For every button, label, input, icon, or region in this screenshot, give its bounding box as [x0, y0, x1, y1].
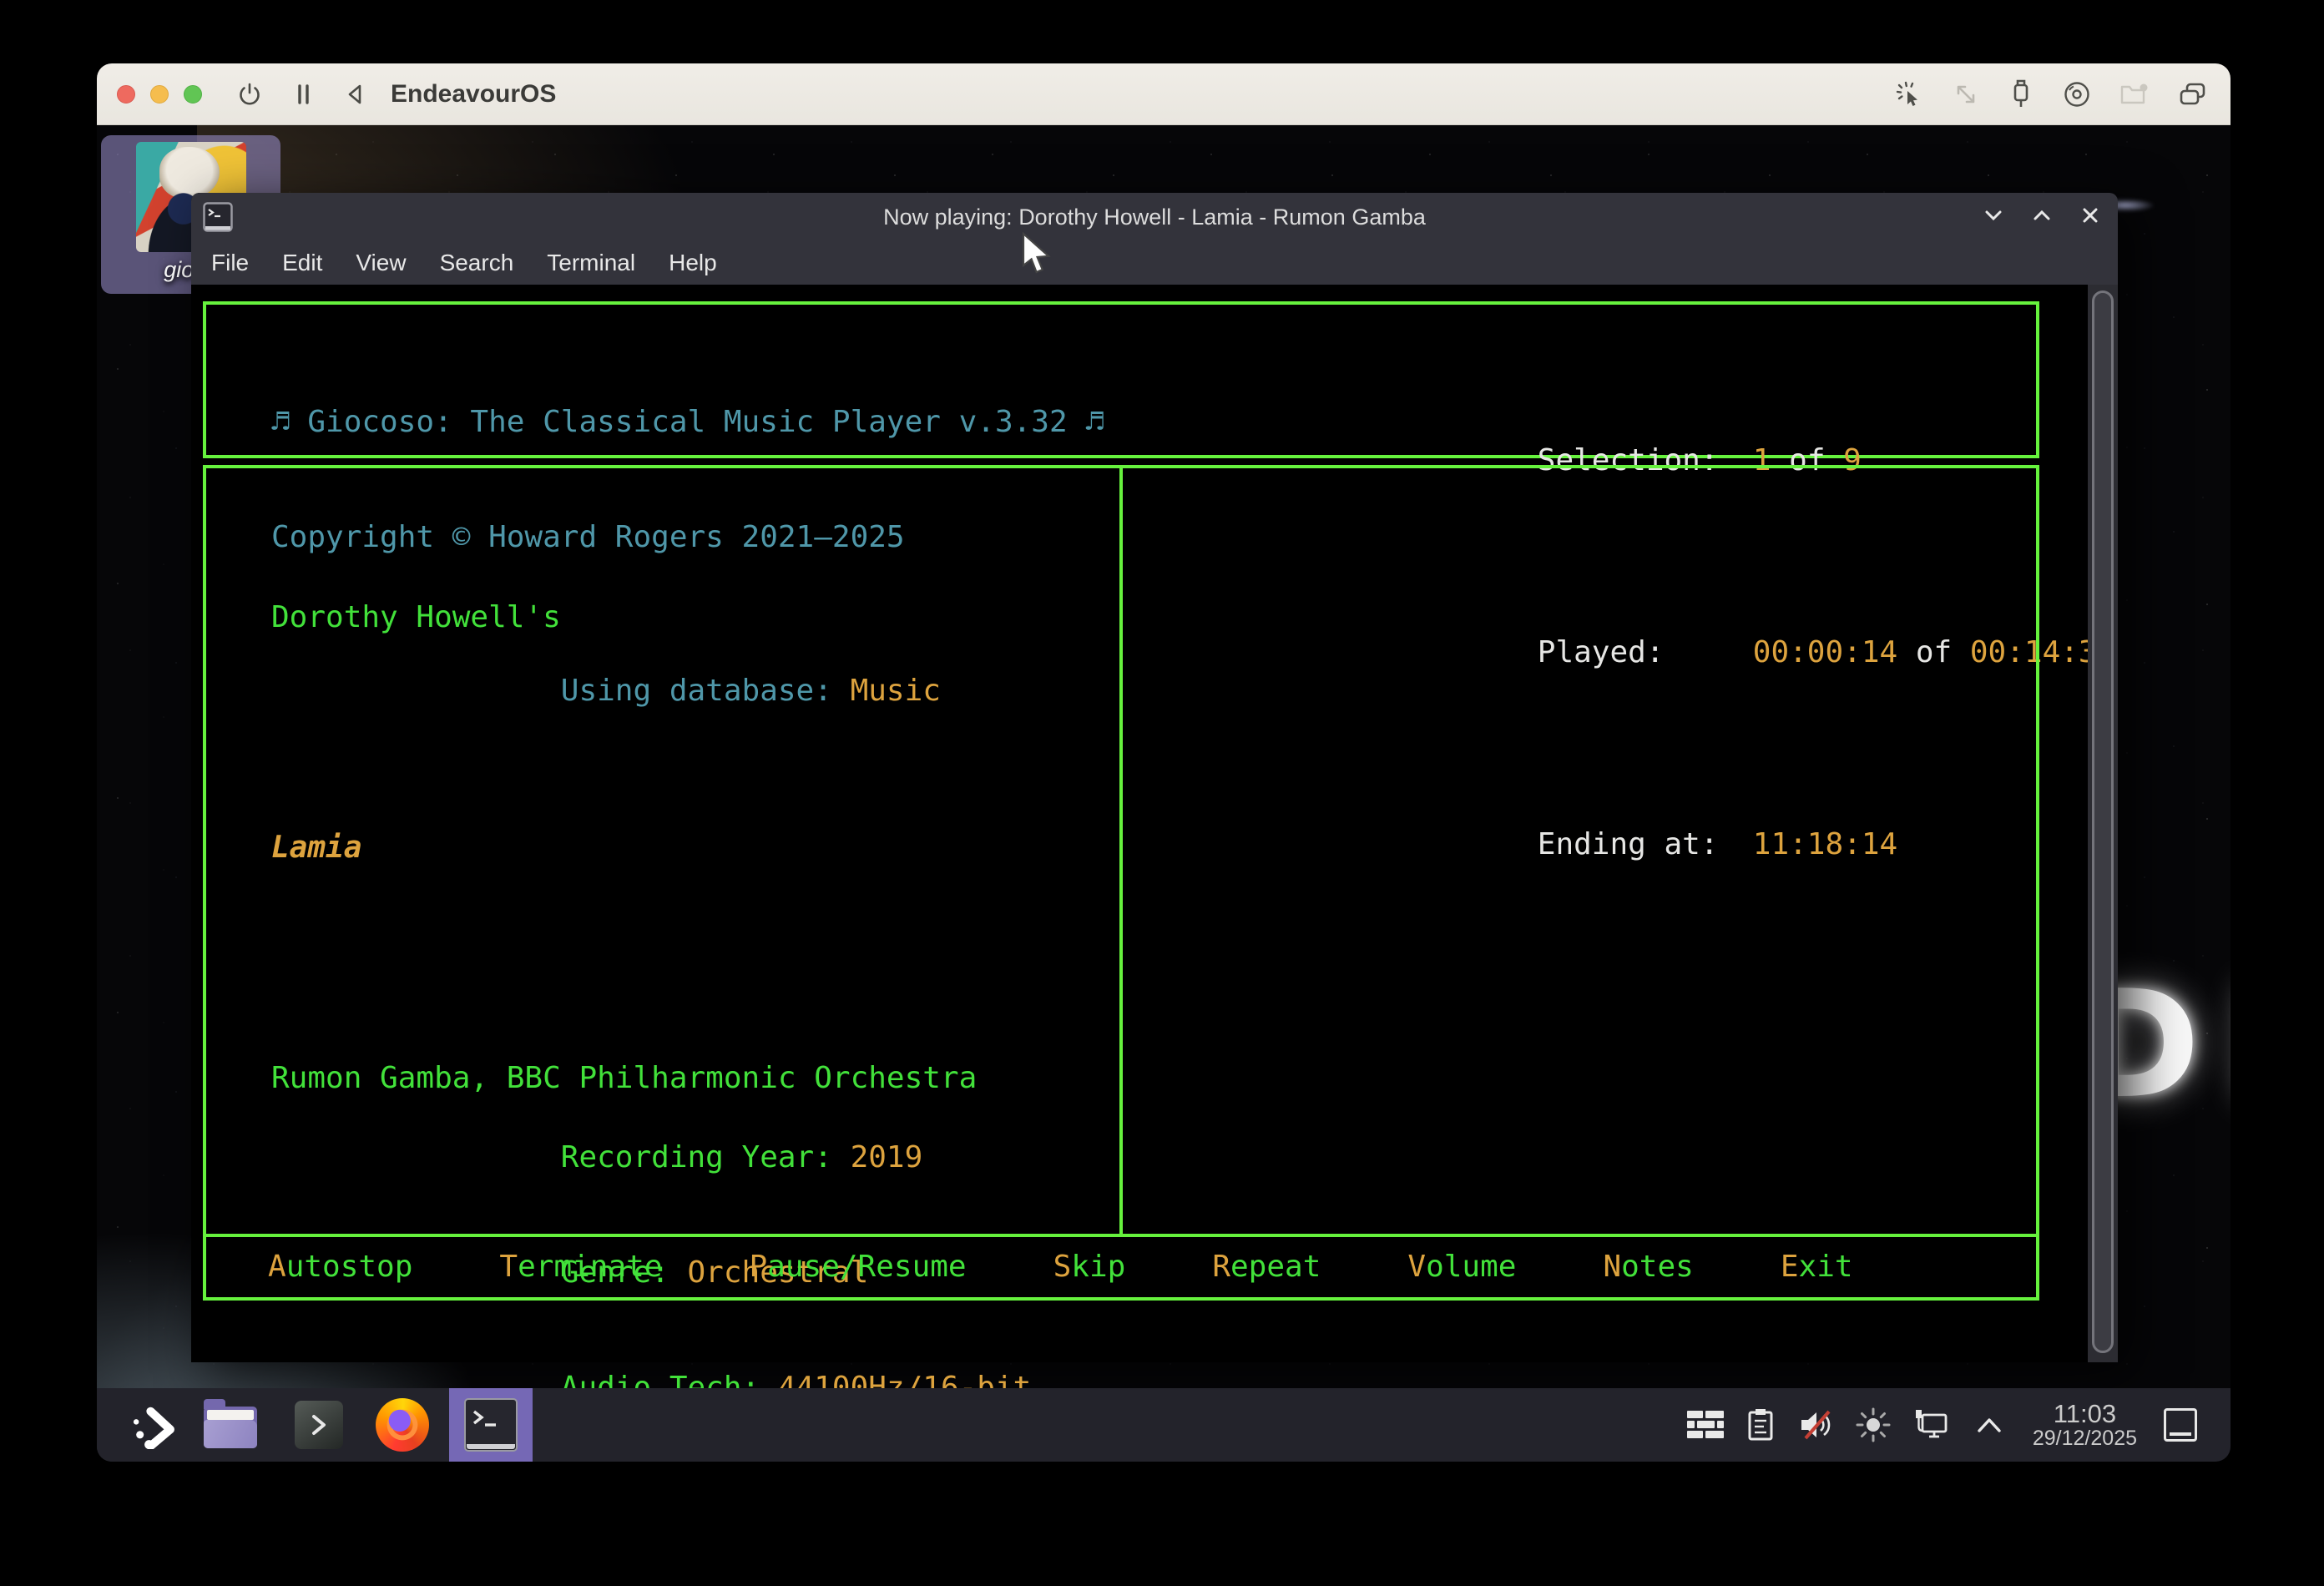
terminal-window: Now playing: Dorothy Howell - Lamia - Ru…: [191, 193, 2118, 1362]
taskbar: 11:03 29/12/2025: [97, 1388, 2231, 1462]
terminal-title: Now playing: Dorothy Howell - Lamia - Ru…: [191, 193, 2118, 241]
menu-edit[interactable]: Edit: [282, 250, 322, 276]
vm-window: EndeavourOS: [97, 63, 2231, 1462]
optical-disc-icon[interactable]: [2062, 79, 2092, 109]
hotkeys-row: Autostop Terminate Pause/Resume Skip Rep…: [206, 1237, 2036, 1297]
vm-controls: [235, 80, 367, 109]
nowplaying-box: Dorothy Howell's Lamia Rumon Gamba, BBC …: [203, 465, 2039, 1234]
menu-search[interactable]: Search: [440, 250, 514, 276]
resize-diagonal-icon[interactable]: [1952, 80, 1980, 109]
mouse-cursor: [1020, 232, 1055, 281]
terminal-maximize-icon[interactable]: [2029, 203, 2054, 232]
terminal-minimize-icon[interactable]: [1981, 203, 2006, 232]
brightness-icon[interactable]: [1856, 1407, 1891, 1442]
firefox-icon: [376, 1398, 429, 1452]
work-title: Lamia: [271, 829, 977, 867]
cursor-click-icon[interactable]: [1895, 79, 1925, 109]
app-menu-button[interactable]: [120, 1388, 187, 1462]
hotkeys-box: Autostop Terminate Pause/Resume Skip Rep…: [203, 1234, 2039, 1301]
zoom-button[interactable]: [184, 85, 202, 104]
desktop: DE gioco Now playin: [97, 125, 2231, 1462]
terminal-scrollbar[interactable]: [2088, 285, 2118, 1362]
terminal-menubar: File Edit View Search Terminal Help: [191, 241, 2118, 285]
audio-muted-icon[interactable]: [1797, 1408, 1834, 1442]
vm-toolbar-right: [1895, 63, 2209, 125]
autostop-button[interactable]: Autostop: [268, 1248, 412, 1286]
skip-button[interactable]: Skip: [1053, 1248, 1126, 1286]
terminal-close-icon[interactable]: [2078, 203, 2103, 232]
meta-year: Recording Year: 2019: [271, 1100, 1031, 1139]
notes-button[interactable]: Notes: [1603, 1248, 1693, 1286]
console-icon: [295, 1401, 343, 1449]
usb-icon[interactable]: [2007, 78, 2035, 110]
terminal-titlebar[interactable]: Now playing: Dorothy Howell - Lamia - Ru…: [191, 193, 2118, 241]
repeat-button[interactable]: Repeat: [1212, 1248, 1321, 1286]
power-icon[interactable]: [235, 80, 264, 109]
pane-divider: [1119, 468, 1123, 1234]
terminal-window-buttons: [1981, 193, 2103, 241]
clock-date: 29/12/2025: [2033, 1427, 2137, 1449]
pause-resume-button[interactable]: Pause/Resume: [749, 1248, 966, 1286]
back-icon[interactable]: [342, 81, 367, 108]
screenshot-stage: EndeavourOS: [0, 0, 2324, 1586]
terminal-content: ♬ Giocoso: The Classical Music Player v.…: [191, 285, 2118, 1362]
minimize-button[interactable]: [150, 85, 169, 104]
terminal-scrollbar-thumb[interactable]: [2092, 290, 2114, 1353]
shared-folder-icon[interactable]: [2119, 80, 2150, 109]
firefox-button[interactable]: [364, 1388, 441, 1462]
banner-line1: ♬ Giocoso: The Classical Music Player v.…: [271, 403, 1104, 442]
firewall-icon[interactable]: [1687, 1409, 1724, 1441]
exit-button[interactable]: Exit: [1781, 1248, 1853, 1286]
menu-view[interactable]: View: [356, 250, 406, 276]
expand-tray-icon[interactable]: [1973, 1412, 2006, 1437]
composer: Dorothy Howell's: [271, 599, 977, 637]
menu-help[interactable]: Help: [669, 250, 717, 276]
terminal-task-icon: [464, 1398, 518, 1452]
menu-file[interactable]: File: [211, 250, 249, 276]
console-app-button[interactable]: [285, 1388, 352, 1462]
traffic-lights: [117, 85, 202, 104]
clock-time: 11:03: [2033, 1401, 2137, 1428]
vm-window-title: EndeavourOS: [391, 80, 556, 109]
menu-terminal[interactable]: Terminal: [547, 250, 635, 276]
taskbar-clock[interactable]: 11:03 29/12/2025: [2028, 1401, 2142, 1450]
pause-icon[interactable]: [292, 81, 314, 108]
terminate-button[interactable]: Terminate: [499, 1248, 662, 1286]
terminal-task-button-active[interactable]: [449, 1388, 533, 1462]
network-display-icon[interactable]: [1912, 1408, 1951, 1442]
volume-button[interactable]: Volume: [1407, 1248, 1516, 1286]
show-desktop-button[interactable]: [2164, 1408, 2197, 1442]
close-button[interactable]: [117, 85, 135, 104]
system-tray: 11:03 29/12/2025: [1687, 1388, 2197, 1462]
meta-audio-tech: Audio Tech: 44100Hz/16-bit: [271, 1331, 1031, 1369]
vm-titlebar: EndeavourOS: [97, 63, 2231, 125]
folder-icon: [204, 1407, 257, 1448]
windows-copy-icon[interactable]: [2177, 80, 2209, 109]
file-manager-button[interactable]: [195, 1388, 265, 1462]
clipboard-icon[interactable]: [1746, 1407, 1776, 1442]
giocoso-header-box: ♬ Giocoso: The Classical Music Player v.…: [203, 301, 2039, 458]
